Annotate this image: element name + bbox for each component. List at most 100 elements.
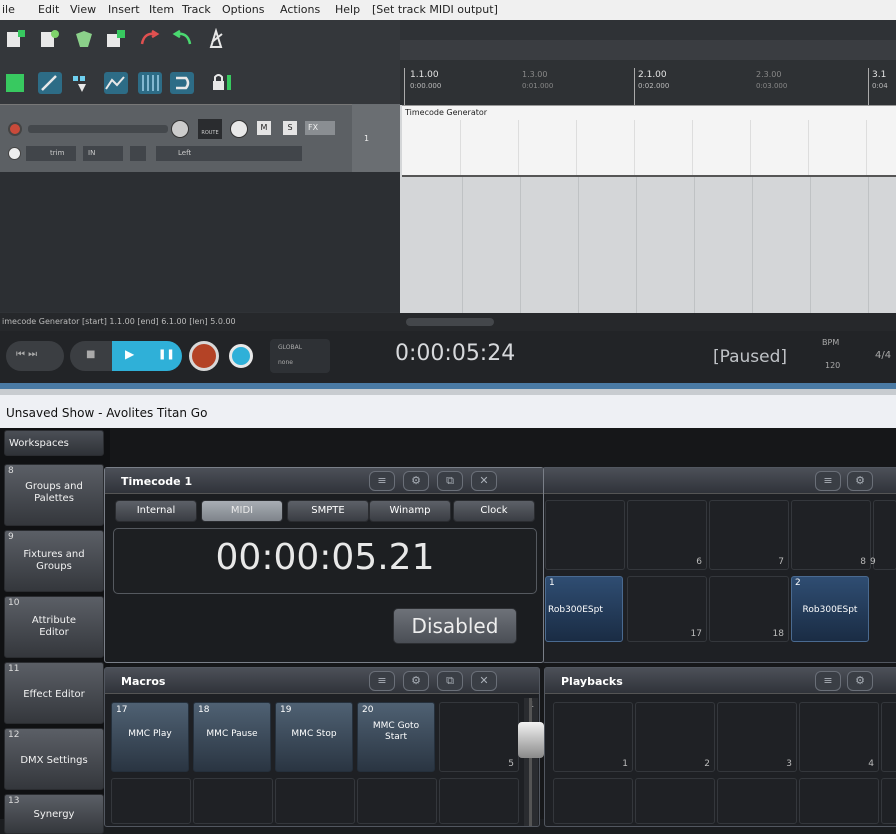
sidebar-item-effect-editor[interactable]: 11 Effect Editor: [4, 662, 104, 724]
timeline-ruler[interactable]: 1.1.00 0:00.000 1.3.00 0:01.000 2.1.00 0…: [400, 40, 896, 105]
menu-icon[interactable]: ≡: [369, 471, 395, 491]
envelope-icon[interactable]: [104, 72, 128, 94]
play-button[interactable]: ▶: [112, 341, 148, 371]
phase-icon[interactable]: [8, 147, 21, 160]
timecode-status-button[interactable]: Disabled: [393, 608, 517, 644]
project-settings-icon[interactable]: [104, 28, 128, 50]
playback-cell[interactable]: [635, 778, 715, 824]
grid-cell[interactable]: 8: [791, 500, 871, 570]
grid-icon[interactable]: [4, 72, 28, 94]
sidebar-item-fixtures-groups[interactable]: 9 Fixtures and Groups: [4, 530, 104, 592]
lock-icon[interactable]: [210, 72, 234, 94]
macro-empty-cell[interactable]: [275, 778, 355, 824]
gear-icon[interactable]: ⚙: [847, 471, 873, 491]
track-control-panel[interactable]: ROUTE M S FX trim IN Left: [0, 104, 386, 172]
macro-mmc-stop[interactable]: 19 MMC Stop: [275, 702, 353, 772]
grid-cell[interactable]: 18: [709, 576, 789, 642]
menu-icon[interactable]: ≡: [369, 671, 395, 691]
grid-cell[interactable]: 9: [870, 500, 896, 570]
menu-icon[interactable]: ≡: [815, 471, 841, 491]
gear-icon[interactable]: ⚙: [403, 471, 429, 491]
fixture-cell[interactable]: 2 Rob300ESpt: [791, 576, 869, 642]
grid-cell[interactable]: 7: [709, 500, 789, 570]
menu-options[interactable]: Options: [222, 3, 264, 16]
playback-cell[interactable]: 3: [717, 702, 797, 772]
fader-handle[interactable]: [518, 722, 544, 758]
save-project-icon[interactable]: [72, 28, 96, 50]
grid-cell[interactable]: 6: [627, 500, 707, 570]
macro-mmc-play[interactable]: 17 MMC Play: [111, 702, 189, 772]
track-name-field[interactable]: [28, 125, 168, 133]
volume-knob[interactable]: [171, 120, 189, 138]
menu-edit[interactable]: Edit: [38, 3, 59, 16]
sidebar-item-dmx-settings[interactable]: 12 DMX Settings: [4, 728, 104, 790]
menu-view[interactable]: View: [70, 3, 96, 16]
macro-mmc-pause[interactable]: 18 MMC Pause: [193, 702, 271, 772]
media-item[interactable]: Timecode Generator: [402, 105, 896, 177]
playback-cell[interactable]: [799, 778, 879, 824]
playback-cell[interactable]: [553, 778, 633, 824]
lock-grid-icon[interactable]: [138, 72, 162, 94]
snap-icon[interactable]: [38, 72, 62, 94]
horizontal-scrollbar[interactable]: [400, 313, 896, 331]
scrollbar-thumb[interactable]: [406, 318, 494, 326]
record-arm-icon[interactable]: [8, 122, 22, 136]
close-icon[interactable]: ✕: [471, 471, 497, 491]
sidebar-item-groups-palettes[interactable]: 8 Groups and Palettes: [4, 464, 104, 526]
sidebar-item-attribute-editor[interactable]: 10 Attribute Editor: [4, 596, 104, 658]
open-project-icon[interactable]: [38, 28, 62, 50]
window-icon[interactable]: ⧉: [437, 471, 463, 491]
gear-icon[interactable]: ⚙: [403, 671, 429, 691]
bpm-value[interactable]: 120: [825, 361, 840, 370]
repeat-button[interactable]: [229, 344, 253, 368]
pause-button[interactable]: ❚❚: [148, 341, 182, 371]
macro-empty-cell[interactable]: [439, 778, 519, 824]
fx-button[interactable]: FX: [305, 121, 335, 135]
playback-cell[interactable]: [881, 702, 896, 772]
playback-cell[interactable]: 1: [553, 702, 633, 772]
macro-empty-cell[interactable]: [111, 778, 191, 824]
time-signature[interactable]: 4/4: [875, 350, 891, 361]
menu-track[interactable]: Track: [182, 3, 211, 16]
track-list-empty-area[interactable]: [0, 172, 400, 312]
menu-item[interactable]: Item: [149, 3, 174, 16]
macro-empty-cell[interactable]: [193, 778, 273, 824]
playback-cell[interactable]: 2: [635, 702, 715, 772]
macro-empty-cell[interactable]: [357, 778, 437, 824]
menu-file[interactable]: ile: [2, 3, 15, 16]
ripple-edit-icon[interactable]: [70, 72, 94, 94]
monitor-icon[interactable]: [130, 146, 146, 161]
grid-cell[interactable]: [545, 500, 625, 570]
fixture-cell[interactable]: 1 Rob300ESpt: [545, 576, 623, 642]
menu-icon[interactable]: ≡: [815, 671, 841, 691]
menu-actions[interactable]: Actions: [280, 3, 320, 16]
tc-source-smpte[interactable]: SMPTE: [287, 500, 369, 522]
stop-button[interactable]: ■: [70, 341, 112, 371]
input-select[interactable]: IN: [83, 146, 123, 161]
fader-track[interactable]: 1: [518, 698, 544, 826]
gear-icon[interactable]: ⚙: [847, 671, 873, 691]
record-button[interactable]: [189, 341, 219, 371]
undo-icon[interactable]: [138, 28, 162, 50]
window-icon[interactable]: ⧉: [437, 671, 463, 691]
playback-cell[interactable]: [717, 778, 797, 824]
playback-cell[interactable]: 4: [799, 702, 879, 772]
grid-cell[interactable]: 17: [627, 576, 707, 642]
menu-help[interactable]: Help: [335, 3, 360, 16]
new-project-icon[interactable]: [4, 28, 28, 50]
pan-select[interactable]: Left: [156, 146, 302, 161]
tc-source-clock[interactable]: Clock: [453, 500, 535, 522]
solo-button[interactable]: S: [283, 121, 297, 135]
trim-button[interactable]: trim: [26, 146, 76, 161]
tc-source-internal[interactable]: Internal: [115, 500, 197, 522]
close-icon[interactable]: ✕: [471, 671, 497, 691]
seek-buttons[interactable]: ⏮ ⏭: [6, 341, 64, 371]
macro-mmc-goto-start[interactable]: 20 MMC Goto Start: [357, 702, 435, 772]
sidebar-item-synergy[interactable]: 13 Synergy: [4, 794, 104, 834]
redo-icon[interactable]: [170, 28, 194, 50]
tc-source-midi[interactable]: MIDI: [201, 500, 283, 522]
metronome-icon[interactable]: [204, 27, 228, 50]
workspaces-button[interactable]: Workspaces: [4, 430, 104, 456]
menu-insert[interactable]: Insert: [108, 3, 140, 16]
loop-icon[interactable]: [170, 72, 194, 94]
